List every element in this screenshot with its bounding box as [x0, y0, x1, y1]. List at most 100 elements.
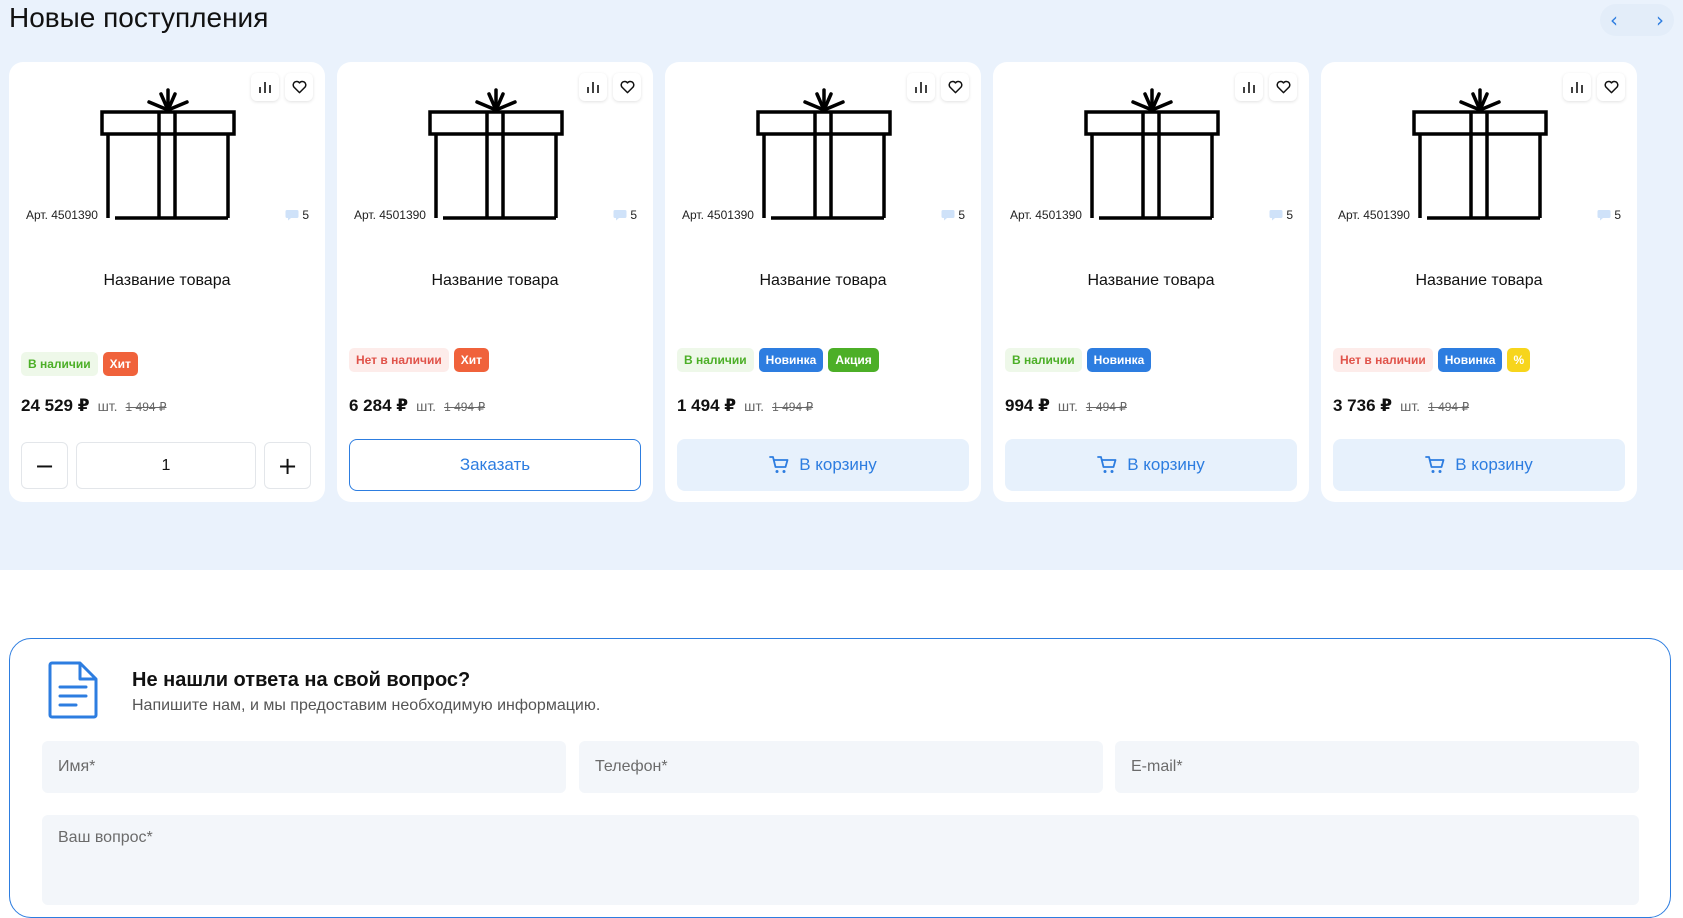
- bar-chart-icon: [259, 82, 271, 93]
- badge-new: Новинка: [758, 348, 824, 372]
- compare-button[interactable]: [251, 73, 279, 101]
- quantity-input[interactable]: 1: [76, 442, 256, 489]
- badges: Нет в наличии Новинка%: [1333, 348, 1531, 372]
- increase-button[interactable]: +: [264, 442, 311, 489]
- prev-arrow-button[interactable]: ‹: [1610, 10, 1618, 30]
- question-form: Не нашли ответа на свой вопрос? Напишите…: [9, 638, 1671, 918]
- article-number: Арт. 4501390: [354, 208, 426, 222]
- favorite-button[interactable]: [1597, 73, 1625, 101]
- product-card[interactable]: Арт. 4501390 5 Название товара Нет в нал…: [337, 62, 653, 502]
- price: 3 736 ₽: [1333, 396, 1393, 415]
- reviews-value: 5: [630, 208, 637, 222]
- old-price: 1 494 ₽: [1428, 400, 1470, 414]
- gift-icon: [756, 88, 892, 220]
- phone-field[interactable]: [579, 741, 1103, 793]
- product-card[interactable]: Арт. 4501390 5 Название товара В наличии…: [665, 62, 981, 502]
- add-to-cart-button[interactable]: В корзину: [1333, 439, 1625, 491]
- question-field[interactable]: [42, 815, 1639, 905]
- favorite-button[interactable]: [285, 73, 313, 101]
- heart-icon: [947, 80, 963, 94]
- bar-chart-icon: [587, 82, 599, 93]
- bar-chart-icon: [1571, 82, 1583, 93]
- comment-icon: [613, 210, 627, 221]
- badge-new: Новинка: [1086, 348, 1152, 372]
- document-icon: [48, 661, 98, 719]
- badge-stock: В наличии: [1005, 348, 1082, 372]
- reviews-count[interactable]: 5: [941, 208, 965, 222]
- badge-sale: Акция: [828, 348, 879, 372]
- compare-button[interactable]: [907, 73, 935, 101]
- compare-button[interactable]: [1563, 73, 1591, 101]
- price: 1 494 ₽: [677, 396, 737, 415]
- product-name[interactable]: Название товара: [665, 272, 981, 290]
- price-row: 994 ₽ шт. 1 494 ₽: [1005, 396, 1127, 416]
- quantity-stepper: −1 +: [21, 442, 311, 489]
- reviews-count[interactable]: 5: [613, 208, 637, 222]
- old-price: 1 494 ₽: [1085, 400, 1127, 414]
- comment-icon: [941, 210, 955, 221]
- next-arrow-button[interactable]: ›: [1656, 10, 1664, 30]
- product-name[interactable]: Название товара: [993, 272, 1309, 290]
- badge-nostock: Нет в наличии: [1333, 348, 1433, 372]
- reviews-count[interactable]: 5: [285, 208, 309, 222]
- favorite-button[interactable]: [1269, 73, 1297, 101]
- card-tools: [1235, 73, 1297, 101]
- price: 994 ₽: [1005, 396, 1050, 415]
- compare-button[interactable]: [1235, 73, 1263, 101]
- email-field[interactable]: [1115, 741, 1639, 793]
- unit: шт.: [744, 398, 765, 414]
- bar-chart-icon: [1243, 82, 1255, 93]
- gift-icon: [1412, 88, 1548, 220]
- old-price: 1 494 ₽: [444, 400, 486, 414]
- article-number: Арт. 4501390: [1010, 208, 1082, 222]
- product-name[interactable]: Название товара: [1321, 272, 1637, 290]
- comment-icon: [1597, 210, 1611, 221]
- cart-icon: [1425, 456, 1445, 473]
- product-card[interactable]: Арт. 4501390 5 Название товара Нет в нал…: [1321, 62, 1637, 502]
- reviews-count[interactable]: 5: [1597, 208, 1621, 222]
- reviews-count[interactable]: 5: [1269, 208, 1293, 222]
- badges: В наличии Хит: [21, 352, 138, 376]
- product-name[interactable]: Название товара: [337, 272, 653, 290]
- gift-icon: [100, 88, 236, 220]
- unit: шт.: [1057, 398, 1078, 414]
- reviews-value: 5: [302, 208, 309, 222]
- old-price: 1 494 ₽: [772, 400, 814, 414]
- carousel-nav: ‹ ›: [1600, 4, 1674, 36]
- name-field[interactable]: [42, 741, 566, 793]
- badges: В наличии Новинка Акция: [677, 348, 879, 372]
- price-row: 3 736 ₽ шт. 1 494 ₽: [1333, 396, 1469, 416]
- add-to-cart-label: В корзину: [799, 455, 877, 474]
- form-subtitle: Напишите нам, и мы предоставим необходим…: [132, 697, 601, 714]
- cart-icon: [1097, 456, 1117, 473]
- cart-icon: [769, 456, 789, 473]
- section-title: Новые поступления: [9, 2, 269, 33]
- decrease-button[interactable]: −: [21, 442, 68, 489]
- badge-pct: %: [1507, 348, 1531, 372]
- product-card[interactable]: Арт. 4501390 5 Название товара В наличии…: [993, 62, 1309, 502]
- price: 24 529 ₽: [21, 396, 90, 415]
- card-tools: [1563, 73, 1625, 101]
- compare-button[interactable]: [579, 73, 607, 101]
- badges: Нет в наличии Хит: [349, 348, 490, 372]
- card-tools: [579, 73, 641, 101]
- order-button[interactable]: Заказать: [349, 439, 641, 491]
- price-row: 1 494 ₽ шт. 1 494 ₽: [677, 396, 813, 416]
- product-name[interactable]: Название товара: [9, 272, 325, 290]
- add-to-cart-button[interactable]: В корзину: [677, 439, 969, 491]
- product-card[interactable]: Арт. 4501390 5 Название товара В наличии…: [9, 62, 325, 502]
- product-list: Арт. 4501390 5 Название товара В наличии…: [9, 62, 1637, 502]
- form-title: Не нашли ответа на свой вопрос?: [132, 669, 471, 691]
- add-to-cart-button[interactable]: В корзину: [1005, 439, 1297, 491]
- price-row: 6 284 ₽ шт. 1 494 ₽: [349, 396, 485, 416]
- heart-icon: [619, 80, 635, 94]
- favorite-button[interactable]: [941, 73, 969, 101]
- badge-hit: Хит: [102, 352, 138, 376]
- badge-new: Новинка: [1437, 348, 1503, 372]
- old-price: 1 494 ₽: [125, 400, 167, 414]
- heart-icon: [1275, 80, 1291, 94]
- favorite-button[interactable]: [613, 73, 641, 101]
- badge-stock: В наличии: [677, 348, 754, 372]
- add-to-cart-label: В корзину: [1455, 455, 1533, 474]
- reviews-value: 5: [1614, 208, 1621, 222]
